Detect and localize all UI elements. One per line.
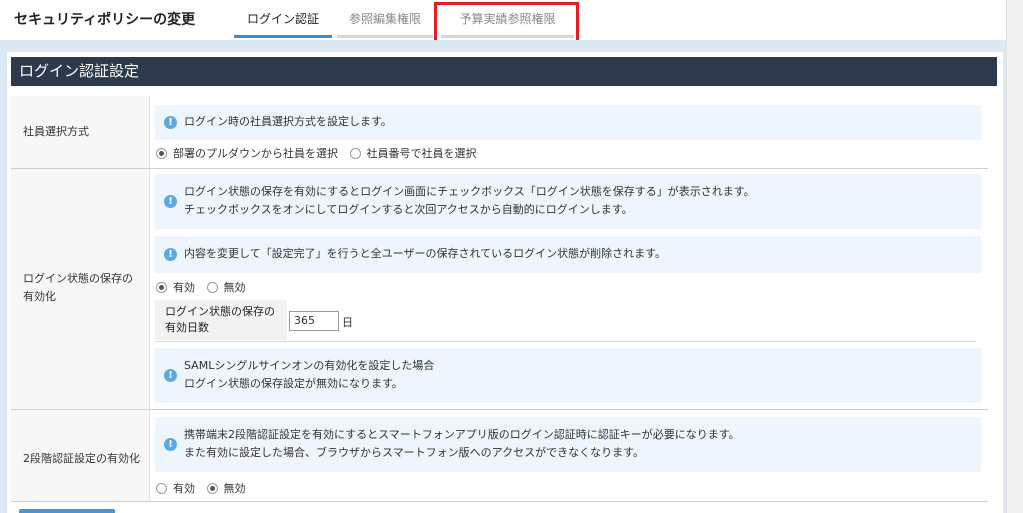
label-line: ログイン状態の保存の — [165, 305, 275, 318]
tab-login-auth[interactable]: ログイン認証 — [234, 10, 332, 38]
employee-selection-label: 社員選択方式 — [23, 125, 89, 138]
label-cell: 2段階認証設定の有効化 — [11, 410, 150, 502]
radio-enable[interactable] — [156, 483, 167, 494]
tab-underline — [234, 35, 332, 38]
submit-button[interactable] — [19, 509, 115, 513]
radio-disable[interactable] — [206, 483, 218, 494]
info-box: ! 内容を変更して「設定完了」を行うと全ユーザーの保存されているログイン状態が削… — [155, 236, 981, 273]
radio-department-pulldown[interactable] — [156, 148, 167, 159]
page-title: セキュリティポリシーの変更 — [14, 12, 196, 28]
sub-divider — [155, 341, 976, 342]
info-line: ログイン状態の保存を有効にするとログイン画面にチェックボックス「ログイン状態を保… — [184, 185, 755, 198]
radio-disable[interactable] — [206, 282, 218, 293]
login-state-label: ログイン状態の保存の 有効化 — [23, 270, 133, 306]
settings-panel: ログイン認証設定 社員選択方式 ! ログイン時の社員選択方式を設定します。 部署… — [7, 52, 1003, 513]
section-header: ログイン認証設定 — [11, 57, 997, 86]
row-divider — [11, 409, 988, 410]
tab-edit-permission[interactable]: 参照編集権限 — [337, 10, 433, 38]
info-text: SAMLシングルサインオンの有効化を設定した場合 ログイン状態の保存設定が無効に… — [184, 357, 434, 393]
info-box: ! ログイン時の社員選択方式を設定します。 — [155, 105, 981, 140]
info-icon: ! — [164, 195, 177, 208]
info-text: 携帯端末2段階認証設定を有効にするとスマートフォンアプリ版のログイン認証時に認証… — [184, 426, 740, 462]
label-line: 有効化 — [23, 290, 56, 303]
info-text: ログイン時の社員選択方式を設定します。 — [184, 115, 392, 128]
radio-label: 有効 — [173, 482, 195, 495]
employee-selection-radios: 部署のプルダウンから社員を選択 社員番号で社員を選択 — [156, 146, 485, 162]
label-line: ログイン状態の保存の — [23, 272, 133, 285]
tab-label: ログイン認証 — [246, 12, 319, 26]
info-line: SAMLシングルサインオンの有効化を設定した場合 — [184, 359, 435, 372]
row-divider — [11, 168, 988, 169]
info-icon: ! — [164, 116, 177, 129]
two-factor-label: 2段階認証設定の有効化 — [23, 452, 140, 465]
two-factor-radios: 有効 無効 — [156, 481, 254, 497]
info-line: チェックボックスをオンにしてログインすると次回アクセスから自動的にログインします… — [184, 203, 633, 216]
info-text: 内容を変更して「設定完了」を行うと全ユーザーの保存されているログイン状態が削除さ… — [184, 247, 667, 260]
info-box: ! 携帯端末2段階認証設定を有効にするとスマートフォンアプリ版のログイン認証時に… — [155, 417, 981, 472]
label-cell: 社員選択方式 — [11, 96, 150, 168]
days-label: ログイン状態の保存の 有効日数 — [155, 300, 287, 340]
info-text: ログイン状態の保存を有効にするとログイン画面にチェックボックス「ログイン状態を保… — [184, 183, 755, 219]
days-input[interactable]: 365 — [289, 311, 339, 331]
vertical-scrollbar[interactable] — [1006, 0, 1023, 513]
radio-label: 無効 — [223, 281, 246, 294]
top-bar: セキュリティポリシーの変更 ログイン認証 参照編集権限 予算実績参照権限 — [0, 0, 1023, 46]
info-line: ログイン状態の保存設定が無効になります。 — [184, 377, 403, 390]
info-icon: ! — [164, 369, 177, 382]
tab-label: 参照編集権限 — [348, 12, 421, 26]
radio-label: 部署のプルダウンから社員を選択 — [173, 147, 338, 160]
info-icon: ! — [164, 248, 177, 261]
login-state-radios: 有効 無効 — [156, 280, 254, 296]
info-box: ! ログイン状態の保存を有効にするとログイン画面にチェックボックス「ログイン状態… — [155, 174, 981, 229]
info-line: また有効に設定した場合、ブラウザからスマートフォン版へのアクセスができなくなりま… — [184, 446, 645, 459]
radio-label: 有効 — [173, 281, 195, 294]
info-icon: ! — [164, 438, 177, 451]
label-cell: ログイン状態の保存の 有効化 — [11, 169, 150, 409]
radio-label: 社員番号で社員を選択 — [366, 147, 477, 160]
radio-enable[interactable] — [156, 282, 167, 293]
row-divider — [11, 501, 988, 502]
info-line: 携帯端末2段階認証設定を有効にするとスマートフォンアプリ版のログイン認証時に認証… — [184, 428, 740, 441]
days-unit: 日 — [342, 316, 353, 329]
info-box: ! SAMLシングルサインオンの有効化を設定した場合 ログイン状態の保存設定が無… — [155, 348, 981, 403]
tab-underline — [337, 35, 433, 38]
radio-label: 無効 — [223, 482, 246, 495]
label-line: 有効日数 — [165, 321, 209, 334]
radio-employee-number[interactable] — [349, 148, 361, 159]
